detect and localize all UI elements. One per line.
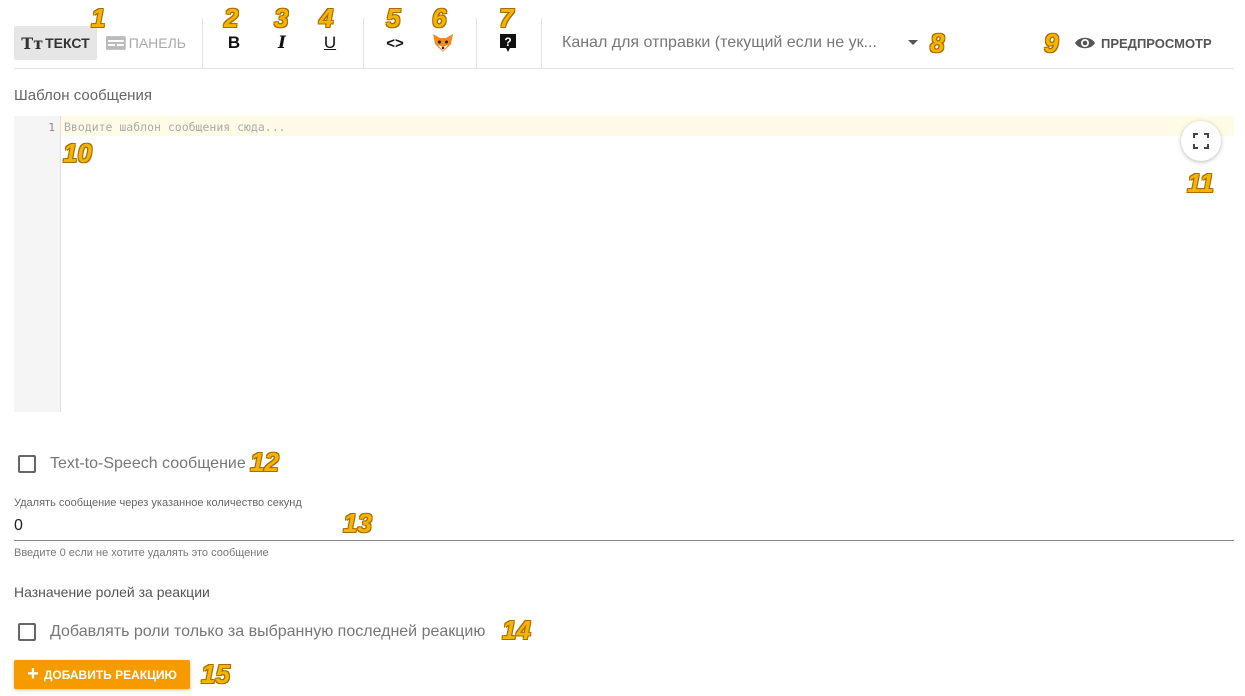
marker-12: 12 bbox=[250, 447, 279, 477]
toolbar-divider bbox=[202, 18, 203, 68]
toolbar-divider bbox=[363, 18, 364, 68]
marker-3: 3 bbox=[274, 3, 289, 33]
text-mode-icon: Tт bbox=[21, 33, 44, 53]
preview-label: ПРЕДПРОСМОТР bbox=[1101, 35, 1212, 51]
marker-8: 8 bbox=[930, 28, 945, 58]
help-icon: ? bbox=[500, 34, 516, 52]
code-icon: <> bbox=[386, 34, 404, 52]
toolbar-divider bbox=[541, 18, 542, 68]
mode-panel-label: ПАНЕЛЬ bbox=[128, 35, 186, 51]
tts-checkbox[interactable] bbox=[18, 455, 36, 473]
svg-text:?: ? bbox=[504, 35, 511, 49]
tts-label: Text-to-Speech сообщение bbox=[50, 455, 246, 472]
italic-icon: I bbox=[278, 33, 286, 53]
fullscreen-icon bbox=[1193, 133, 1209, 149]
mode-panel-button[interactable]: ПАНЕЛЬ bbox=[106, 26, 186, 60]
delete-seconds-value: 0 bbox=[14, 517, 23, 534]
underline-icon: U bbox=[323, 33, 337, 52]
fox-icon bbox=[433, 34, 453, 52]
bold-icon: B bbox=[227, 33, 241, 52]
marker-13: 13 bbox=[343, 508, 372, 538]
delete-seconds-input[interactable]: 0 bbox=[14, 512, 1234, 541]
toolbar-divider bbox=[476, 18, 477, 68]
editor-placeholder: Вводите шаблон сообщения сюда... bbox=[64, 120, 286, 134]
marker-1: 1 bbox=[91, 3, 106, 33]
marker-5: 5 bbox=[386, 3, 401, 33]
marker-9: 9 bbox=[1044, 28, 1059, 58]
only-last-reaction-checkbox[interactable] bbox=[18, 623, 36, 641]
roles-section-title: Назначение ролей за реакции bbox=[14, 584, 210, 600]
marker-6: 6 bbox=[432, 3, 447, 33]
mode-text-label: ТЕКСТ bbox=[45, 35, 90, 51]
marker-4: 4 bbox=[319, 3, 334, 33]
delete-seconds-hint: Введите 0 если не хотите удалять это соо… bbox=[14, 547, 269, 559]
channel-select-placeholder: Канал для отправки (текущий если не ук..… bbox=[562, 34, 877, 51]
line-number: 1 bbox=[48, 121, 55, 134]
panel-icon bbox=[106, 36, 126, 50]
marker-7: 7 bbox=[499, 3, 514, 33]
tts-checkbox-row[interactable]: Text-to-Speech сообщение bbox=[18, 455, 246, 473]
template-label: Шаблон сообщения bbox=[14, 87, 152, 104]
marker-14: 14 bbox=[502, 615, 531, 645]
marker-15: 15 bbox=[201, 659, 230, 689]
marker-2: 2 bbox=[224, 3, 239, 33]
only-last-reaction-label: Добавлять роли только за выбранную после… bbox=[50, 623, 486, 640]
add-reaction-label: ДОБАВИТЬ РЕАКЦИЮ bbox=[43, 667, 177, 682]
add-reaction-button[interactable]: + ДОБАВИТЬ РЕАКЦИЮ bbox=[14, 660, 190, 689]
channel-select[interactable]: Канал для отправки (текущий если не ук..… bbox=[562, 26, 922, 60]
marker-10: 10 bbox=[63, 138, 92, 168]
plus-icon: + bbox=[27, 663, 39, 685]
only-last-reaction-row[interactable]: Добавлять роли только за выбранную после… bbox=[18, 623, 485, 641]
marker-11: 11 bbox=[1187, 168, 1214, 198]
line-gutter: 1 bbox=[14, 116, 61, 412]
eye-icon bbox=[1075, 37, 1095, 49]
delete-seconds-label: Удалять сообщение через указанное количе… bbox=[14, 497, 302, 509]
fullscreen-button[interactable] bbox=[1181, 121, 1221, 161]
chevron-down-icon bbox=[908, 40, 918, 45]
template-editor[interactable]: 1 Вводите шаблон сообщения сюда... bbox=[14, 116, 1234, 412]
preview-button[interactable]: ПРЕДПРОСМОТР bbox=[1074, 26, 1212, 60]
mode-text-button[interactable]: Tт ТЕКСТ bbox=[14, 26, 97, 60]
